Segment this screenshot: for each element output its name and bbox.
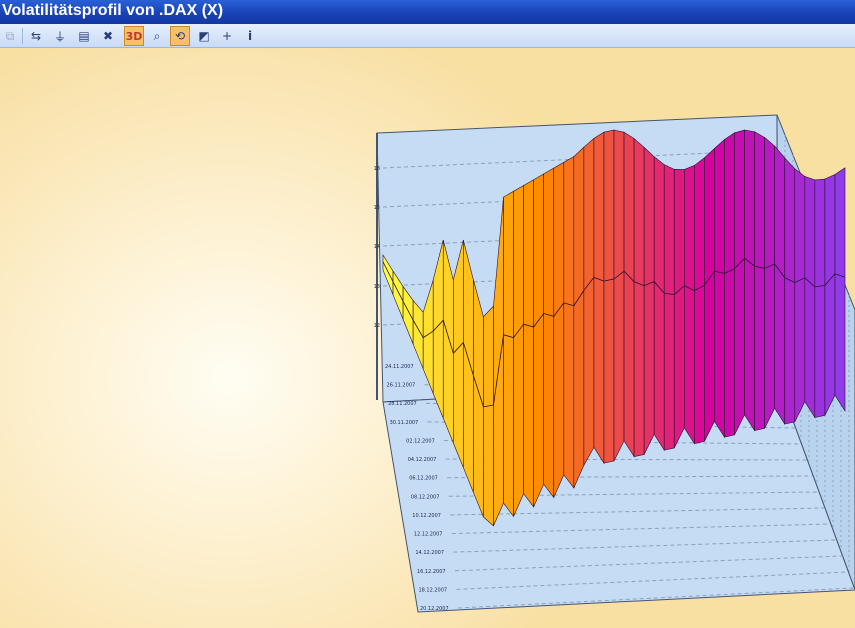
z-tick-label: 13 <box>374 284 380 290</box>
filter-icon[interactable]: ⏚ <box>50 26 70 46</box>
surface-strip <box>724 132 735 438</box>
surface-strip <box>633 137 645 458</box>
surface-strip <box>533 173 544 508</box>
surface-strip <box>513 184 524 517</box>
date-tick-label: 26.11.2007 <box>387 383 416 389</box>
z-tick-label: 14 <box>374 244 380 250</box>
surface-strip <box>684 164 695 445</box>
surface-strip <box>774 145 786 426</box>
surface-strip <box>804 176 816 419</box>
chart-area: 18 15 14 13 12 24.11.2007 26.11.2007 28.11.2007… <box>0 48 855 628</box>
date-tick-label: 08.12.2007 <box>411 494 440 500</box>
notes-icon[interactable]: ▤ <box>74 26 94 46</box>
info-icon[interactable]: i <box>240 26 260 46</box>
z-tick-label: 15 <box>374 205 380 211</box>
crosshair-icon[interactable]: + <box>217 26 237 46</box>
surface-strip <box>764 136 775 429</box>
3d-button[interactable]: 3D <box>124 26 144 46</box>
date-tick-label: 16.12.2007 <box>417 569 446 575</box>
surface-strip <box>563 156 575 489</box>
delete-icon[interactable]: ✖ <box>98 26 118 46</box>
date-tick-label: 24.11.2007 <box>385 364 414 370</box>
toolbar-separator <box>22 28 23 44</box>
surface-strip <box>593 131 605 465</box>
date-tick-label: 28.11.2007 <box>388 401 417 407</box>
copy-icon[interactable]: ⧉ <box>0 26 20 46</box>
surface-icon[interactable]: ◩ <box>194 26 214 46</box>
surface-strip <box>453 239 464 468</box>
surface-strip <box>643 146 655 455</box>
date-tick-label: 14.12.2007 <box>415 550 444 556</box>
surface-strip <box>784 157 796 425</box>
rotate-icon[interactable]: ⟲ <box>170 26 190 46</box>
surface-strip <box>583 137 595 467</box>
surface-strip <box>663 164 675 451</box>
surface-strip <box>463 239 474 493</box>
surface-strip <box>573 146 585 489</box>
surface-strip <box>653 156 665 452</box>
surface-strip <box>603 129 615 464</box>
date-tick-label: 04.12.2007 <box>408 457 437 463</box>
toolbar: ⧉ ⇆ ⏚ ▤ ✖ 3D ⌕ ⟲ ◩ + i <box>0 24 855 48</box>
surface-strip <box>694 157 705 444</box>
z-tick-label: 18 <box>374 166 380 172</box>
surface-strip <box>673 168 685 449</box>
surface-strip <box>623 131 635 458</box>
date-tick-label: 06.12.2007 <box>409 476 438 482</box>
surface-strip <box>754 131 765 431</box>
surface-strip <box>814 178 826 418</box>
surface-strip <box>553 161 565 498</box>
surface-strip <box>483 305 494 527</box>
date-tick-label: 12.12.2007 <box>414 532 443 538</box>
date-tick-label: 20.12.2007 <box>420 606 449 612</box>
date-tick-label: 18.12.2007 <box>418 587 447 593</box>
volatility-surface-chart[interactable]: 18 15 14 13 12 24.11.2007 26.11.2007 28.11.2007… <box>0 48 855 628</box>
surface-strip <box>704 147 715 442</box>
z-tick-label: 12 <box>374 323 380 329</box>
window-title-bar: Volatilitätsprofil von .DAX (X) <box>0 0 855 24</box>
date-tick-label: 30.11.2007 <box>390 420 419 426</box>
swap-icon[interactable]: ⇆ <box>26 26 46 46</box>
surface-strip <box>734 129 745 436</box>
surface-strip <box>714 138 725 439</box>
zoom-icon[interactable]: ⌕ <box>147 26 167 46</box>
surface-strip <box>523 179 534 508</box>
date-tick-label: 02.12.2007 <box>406 438 435 444</box>
window-title: Volatilitätsprofil von .DAX (X) <box>2 2 224 19</box>
surface-strip <box>503 190 514 518</box>
surface-strip <box>613 129 625 462</box>
date-tick-label: 10.12.2007 <box>412 513 441 519</box>
surface-strip <box>744 129 755 432</box>
surface-strip <box>824 173 836 416</box>
surface-strip <box>794 168 806 423</box>
surface-strip <box>834 167 846 413</box>
surface-strip <box>473 279 484 518</box>
surface-strip <box>543 167 555 499</box>
